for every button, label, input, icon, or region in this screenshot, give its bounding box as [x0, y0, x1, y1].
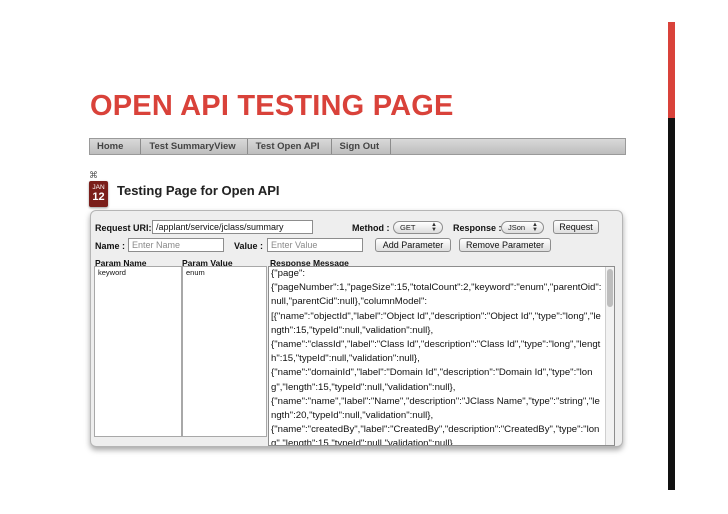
param-value-column: enum [182, 266, 267, 437]
response-select[interactable]: JSon ▲ ▼ [501, 221, 544, 234]
response-message-text: {"page": {"pageNumber":1,"pageSize":15,"… [271, 268, 602, 446]
value-label: Value : [234, 241, 264, 251]
name-input[interactable] [128, 238, 224, 252]
response-label: Response : [453, 223, 502, 233]
nav-item-test-summaryview[interactable]: Test SummaryView [141, 139, 248, 154]
response-select-value: JSon [508, 223, 526, 232]
nav-item-sign-out[interactable]: Sign Out [332, 139, 392, 154]
request-button[interactable]: Request [553, 220, 599, 234]
response-message-textarea[interactable]: {"page": {"pageNumber":1,"pageSize":15,"… [268, 266, 615, 446]
close-icon[interactable]: ⌘ [89, 171, 98, 180]
section-heading: Testing Page for Open API [117, 183, 280, 198]
scrollbar-thumb[interactable] [607, 269, 613, 307]
nav-bar: Home Test SummaryView Test Open API Sign… [89, 138, 626, 155]
nav-item-home[interactable]: Home [90, 139, 142, 154]
param-name-column: keyword [94, 266, 182, 437]
name-label: Name : [95, 241, 126, 251]
request-uri-input[interactable] [152, 220, 313, 234]
method-select[interactable]: GET ▲ ▼ [393, 221, 443, 234]
select-arrows-icon: ▲ ▼ [431, 222, 437, 233]
table-row[interactable]: enum [186, 268, 263, 277]
add-parameter-button[interactable]: Add Parameter [375, 238, 451, 252]
table-row[interactable]: keyword [98, 268, 178, 277]
nav-item-test-open-api[interactable]: Test Open API [248, 139, 332, 154]
remove-parameter-button[interactable]: Remove Parameter [459, 238, 551, 252]
accent-bar-red [668, 22, 675, 118]
api-test-panel: Request URI: Method : GET ▲▼ Response : … [90, 210, 623, 447]
date-day: 12 [92, 191, 105, 203]
slide-title: OPEN API TESTING PAGE [90, 90, 454, 122]
date-badge: JAN 12 [89, 181, 108, 207]
accent-bar-black [668, 118, 675, 490]
value-input[interactable] [267, 238, 363, 252]
method-select-value: GET [400, 223, 416, 232]
request-uri-label: Request URI: [95, 223, 152, 233]
response-scrollbar[interactable] [605, 267, 614, 445]
method-label: Method : [352, 223, 390, 233]
select-arrows-icon: ▲ ▼ [532, 222, 538, 233]
